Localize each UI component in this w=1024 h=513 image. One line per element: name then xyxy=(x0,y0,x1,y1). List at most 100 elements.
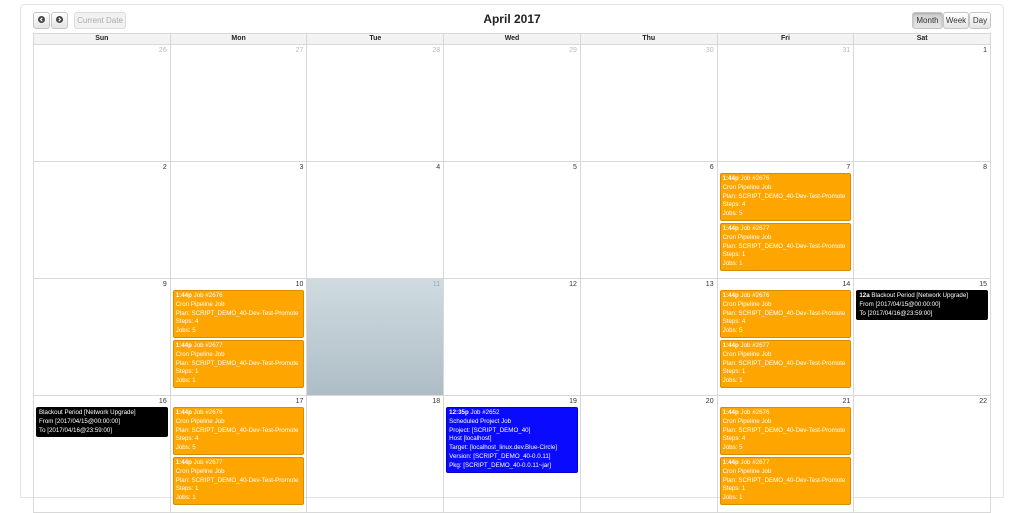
calendar-event[interactable]: Blackout Period [Network Upgrade] From [2… xyxy=(36,407,168,438)
event-detail-line: Jobs: 5 xyxy=(175,444,196,452)
weekday-header-tue: Tue xyxy=(307,34,445,44)
day-cell[interactable]: 26 xyxy=(34,45,171,162)
day-number: 31 xyxy=(842,47,851,54)
event-time: 1:44p xyxy=(722,458,739,466)
day-cell[interactable]: 4 xyxy=(307,162,445,279)
event-detail-line: Jobs: 5 xyxy=(175,327,196,335)
event-detail-line: Project: [SCRIPT_DEMO_40] xyxy=(449,426,531,434)
event-title: Job #2677 xyxy=(193,341,223,349)
week-row: 26 27 28 29 30 31 1 xyxy=(33,45,992,162)
event-detail-line: Plan: SCRIPT_DEMO_40-Dev-Test-Promote xyxy=(722,309,846,317)
event-title: Job #2676 xyxy=(740,409,770,416)
event-time: 1:44p xyxy=(175,292,192,299)
event-detail-line: Steps: 1 xyxy=(722,251,746,259)
event-detail-line: Plan: SCRIPT_DEMO_40-Dev-Test-Promote xyxy=(722,359,846,367)
event-detail-line: Steps: 1 xyxy=(175,368,199,376)
day-cell[interactable]: 29 xyxy=(444,45,581,162)
event-detail-line: Jobs: 5 xyxy=(722,444,743,452)
day-cell[interactable]: 12 xyxy=(444,279,581,396)
calendar-event[interactable]: 1:44p Job #2676 Cron Pipeline Job Plan: SC… xyxy=(172,407,305,455)
day-cell[interactable]: 16 Blackout Period [Network Upgrade] From … xyxy=(34,396,171,513)
event-detail-line: Cron Pipeline Job xyxy=(175,417,225,425)
event-detail-line: Plan: SCRIPT_DEMO_40-Dev-Test-Promote xyxy=(722,426,846,434)
event-heading: 1:44p Job #2677 xyxy=(723,225,849,234)
day-view-button[interactable]: Day xyxy=(969,12,991,29)
event-detail-line: Cron Pipeline Job xyxy=(175,350,225,358)
day-cell[interactable]: 20 xyxy=(580,396,718,513)
day-events: 1:44p Job #2676 Cron Pipeline Job Plan: SC… xyxy=(172,407,305,507)
calendar-event[interactable]: 1:44p Job #2676 Cron Pipeline Job Plan: SC… xyxy=(719,290,852,338)
day-cell[interactable]: 11 xyxy=(307,279,445,396)
event-heading: 1:44p Job #2676 xyxy=(723,409,849,418)
calendar-event[interactable]: 1:44p Job #2676 Cron Pipeline Job Plan: SC… xyxy=(172,290,305,338)
event-detail-line: Cron Pipeline Job xyxy=(722,300,772,308)
day-cell[interactable]: 18 xyxy=(307,396,445,513)
day-cell[interactable]: 6 xyxy=(580,162,718,279)
event-time: 1:44p xyxy=(722,292,739,299)
day-number: 12 xyxy=(569,281,577,288)
month-view-button[interactable]: Month xyxy=(912,12,943,29)
day-number: 16 xyxy=(158,398,167,405)
day-number: 21 xyxy=(842,398,851,405)
event-detail-line: Jobs: 1 xyxy=(722,260,743,268)
day-number: 8 xyxy=(983,164,988,171)
day-cell[interactable]: 13 xyxy=(580,279,718,396)
week-row: 9 10 1:44p Job #2676 Cron Pipeline Job Plan:… xyxy=(33,279,992,396)
day-cell[interactable]: 22 xyxy=(854,396,992,513)
calendar-event[interactable]: 1:44p Job #2677 Cron Pipeline Job Plan: SC… xyxy=(719,339,852,388)
event-detail-line: To [2017/04/16@23:59:00] xyxy=(859,309,933,317)
calendar-event[interactable]: 12a Blackout Period [Network Upgrade] Fro… xyxy=(856,290,989,321)
event-time: 12a xyxy=(859,292,870,299)
day-cell[interactable]: 1 xyxy=(854,45,992,162)
calendar-event[interactable]: 12:35p Job #2652 Scheduled Project Job Pro… xyxy=(446,407,578,473)
event-detail-line: Plan: SCRIPT_DEMO_40-Dev-Test-Promote xyxy=(175,359,299,367)
day-cell[interactable]: 27 xyxy=(170,45,308,162)
day-events: 1:44p Job #2676 Cron Pipeline Job Plan: SC… xyxy=(172,290,305,390)
day-cell[interactable]: 8 xyxy=(854,162,992,279)
event-heading: 1:44p Job #2676 xyxy=(723,175,849,184)
event-heading: 12a Blackout Period [Network Upgrade] xyxy=(859,292,985,301)
event-title: Job #2676 xyxy=(193,292,223,299)
weekday-header: Sun Mon Tue Wed Thu Fri Sat xyxy=(33,33,991,45)
event-detail-line: Jobs: 1 xyxy=(722,494,743,502)
day-cell[interactable]: 5 xyxy=(444,162,581,279)
event-heading: 12:35p Job #2652 xyxy=(449,409,575,418)
calendar-event[interactable]: 1:44p Job #2676 Cron Pipeline Job Plan: SC… xyxy=(719,173,852,221)
week-view-button[interactable]: Week xyxy=(943,12,969,29)
event-title: Job #2677 xyxy=(740,458,770,466)
day-cell[interactable]: 28 xyxy=(307,45,445,162)
day-number: 4 xyxy=(436,164,441,171)
day-cell[interactable]: 3 xyxy=(170,162,308,279)
calendar-event[interactable]: 1:44p Job #2677 Cron Pipeline Job Plan: SC… xyxy=(719,222,852,271)
calendar-event[interactable]: 1:44p Job #2677 Cron Pipeline Job Plan: SC… xyxy=(172,339,305,388)
weekday-header-wed: Wed xyxy=(444,34,581,44)
day-number: 5 xyxy=(572,164,577,171)
day-cell[interactable]: 15 12a Blackout Period [Network Upgrade] F… xyxy=(854,279,992,396)
day-number: 7 xyxy=(846,164,851,171)
weekday-header-thu: Thu xyxy=(581,34,718,44)
calendar-toolbar: Current Date April 2017 Month Week Day xyxy=(21,5,1003,35)
event-detail-line: Steps: 4 xyxy=(722,435,746,443)
day-cell[interactable]: 7 1:44p Job #2676 Cron Pipeline Job Plan: S… xyxy=(717,162,855,279)
day-cell[interactable]: 9 xyxy=(34,279,171,396)
day-number: 10 xyxy=(295,281,304,288)
day-cell[interactable]: 31 xyxy=(717,45,855,162)
day-number: 14 xyxy=(842,281,851,288)
event-detail-line: Jobs: 1 xyxy=(175,377,196,385)
event-heading: Blackout Period [Network Upgrade] xyxy=(39,409,165,418)
event-detail-line: Plan: SCRIPT_DEMO_40-Dev-Test-Promote xyxy=(175,309,299,317)
day-cell[interactable]: 30 xyxy=(580,45,718,162)
day-cell[interactable]: 10 1:44p Job #2676 Cron Pipeline Job Plan: … xyxy=(170,279,308,396)
event-detail-line: Plan: SCRIPT_DEMO_40-Dev-Test-Promote xyxy=(175,426,299,434)
day-cell[interactable]: 2 xyxy=(34,162,171,279)
day-number: 11 xyxy=(432,281,441,288)
day-number: 26 xyxy=(158,47,167,54)
day-cell[interactable]: 21 1:44p Job #2676 Cron Pipeline Job Plan: … xyxy=(717,396,855,513)
event-detail-line: Jobs: 1 xyxy=(722,377,743,385)
calendar-title: April 2017 xyxy=(483,12,541,26)
day-cell[interactable]: 19 12:35p Job #2652 Scheduled Project Job P… xyxy=(444,396,581,513)
calendar-event[interactable]: 1:44p Job #2676 Cron Pipeline Job Plan: SC… xyxy=(719,407,852,455)
day-cell[interactable]: 17 1:44p Job #2676 Cron Pipeline Job Plan: … xyxy=(170,396,308,513)
event-heading: 1:44p Job #2676 xyxy=(176,409,302,418)
day-cell[interactable]: 14 1:44p Job #2676 Cron Pipeline Job Plan: … xyxy=(717,279,855,396)
